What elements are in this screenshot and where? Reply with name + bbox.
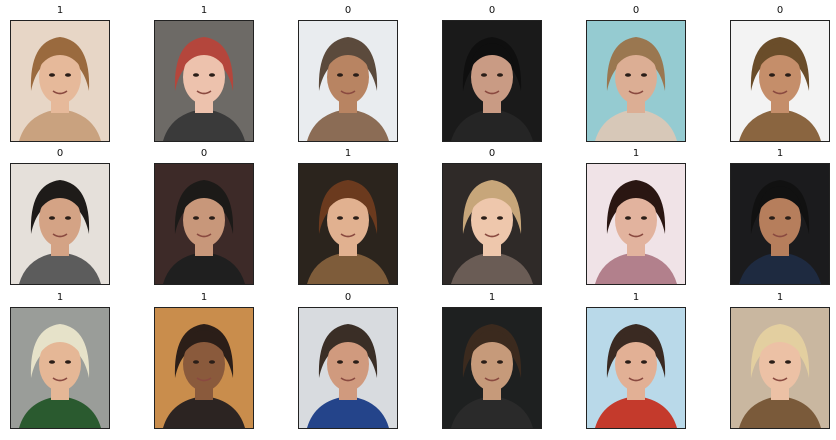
face-photo bbox=[154, 20, 254, 142]
tile-label: 1 bbox=[776, 292, 784, 303]
face-illustration bbox=[11, 21, 109, 141]
left-eye-shape bbox=[49, 360, 55, 364]
right-eye-shape bbox=[641, 360, 647, 364]
right-eye-shape bbox=[641, 73, 647, 77]
right-eye-shape bbox=[65, 360, 71, 364]
right-eye-shape bbox=[641, 216, 647, 220]
right-eye-shape bbox=[209, 216, 215, 220]
right-eye-shape bbox=[353, 73, 359, 77]
right-eye-shape bbox=[785, 216, 791, 220]
face-photo bbox=[154, 163, 254, 285]
tile-label: 0 bbox=[344, 292, 352, 303]
face-illustration bbox=[299, 164, 397, 284]
face-illustration bbox=[155, 308, 253, 428]
tile-label: 1 bbox=[632, 148, 640, 159]
face-photo bbox=[10, 163, 110, 285]
left-eye-shape bbox=[193, 360, 199, 364]
tile-label: 1 bbox=[776, 148, 784, 159]
left-eye-shape bbox=[625, 73, 631, 77]
face-illustration bbox=[731, 21, 829, 141]
right-eye-shape bbox=[785, 73, 791, 77]
right-eye-shape bbox=[353, 216, 359, 220]
left-eye-shape bbox=[481, 216, 487, 220]
left-eye-shape bbox=[193, 73, 199, 77]
tile-label: 0 bbox=[344, 5, 352, 16]
right-eye-shape bbox=[353, 360, 359, 364]
face-illustration bbox=[155, 21, 253, 141]
face-photo bbox=[10, 20, 110, 142]
face-illustration bbox=[731, 164, 829, 284]
face-photo bbox=[442, 163, 542, 285]
tile-label: 0 bbox=[776, 5, 784, 16]
face-photo bbox=[442, 20, 542, 142]
left-eye-shape bbox=[481, 360, 487, 364]
tile-label: 1 bbox=[56, 5, 64, 16]
face-illustration bbox=[443, 164, 541, 284]
left-eye-shape bbox=[337, 73, 343, 77]
right-eye-shape bbox=[65, 216, 71, 220]
tile-label: 0 bbox=[632, 5, 640, 16]
face-illustration bbox=[587, 21, 685, 141]
right-eye-shape bbox=[209, 73, 215, 77]
face-illustration bbox=[11, 308, 109, 428]
left-eye-shape bbox=[769, 216, 775, 220]
face-photo bbox=[586, 307, 686, 429]
face-photo bbox=[730, 163, 830, 285]
face-illustration bbox=[731, 308, 829, 428]
left-eye-shape bbox=[769, 360, 775, 364]
left-eye-shape bbox=[49, 216, 55, 220]
tile-label: 0 bbox=[488, 5, 496, 16]
face-illustration bbox=[299, 21, 397, 141]
right-eye-shape bbox=[209, 360, 215, 364]
right-eye-shape bbox=[497, 216, 503, 220]
face-photo bbox=[730, 307, 830, 429]
tile-label: 1 bbox=[488, 292, 496, 303]
face-photo bbox=[586, 163, 686, 285]
face-photo bbox=[730, 20, 830, 142]
left-eye-shape bbox=[337, 216, 343, 220]
face-illustration bbox=[299, 308, 397, 428]
face-illustration bbox=[443, 21, 541, 141]
right-eye-shape bbox=[497, 73, 503, 77]
tile-label: 1 bbox=[200, 292, 208, 303]
face-illustration bbox=[443, 308, 541, 428]
face-illustration bbox=[155, 164, 253, 284]
face-photo bbox=[298, 20, 398, 142]
left-eye-shape bbox=[625, 216, 631, 220]
face-photo bbox=[298, 163, 398, 285]
face-photo bbox=[298, 307, 398, 429]
right-eye-shape bbox=[65, 73, 71, 77]
face-photo bbox=[154, 307, 254, 429]
left-eye-shape bbox=[481, 73, 487, 77]
face-photo bbox=[442, 307, 542, 429]
tile-label: 1 bbox=[200, 5, 208, 16]
tile-label: 1 bbox=[344, 148, 352, 159]
face-illustration bbox=[11, 164, 109, 284]
face-illustration bbox=[587, 308, 685, 428]
left-eye-shape bbox=[625, 360, 631, 364]
face-illustration bbox=[587, 164, 685, 284]
left-eye-shape bbox=[49, 73, 55, 77]
tile-label: 0 bbox=[56, 148, 64, 159]
face-photo bbox=[10, 307, 110, 429]
face-photo bbox=[586, 20, 686, 142]
right-eye-shape bbox=[785, 360, 791, 364]
tile-label: 1 bbox=[632, 292, 640, 303]
left-eye-shape bbox=[193, 216, 199, 220]
right-eye-shape bbox=[497, 360, 503, 364]
left-eye-shape bbox=[769, 73, 775, 77]
tile-label: 0 bbox=[200, 148, 208, 159]
left-eye-shape bbox=[337, 360, 343, 364]
tile-label: 0 bbox=[488, 148, 496, 159]
tile-label: 1 bbox=[56, 292, 64, 303]
